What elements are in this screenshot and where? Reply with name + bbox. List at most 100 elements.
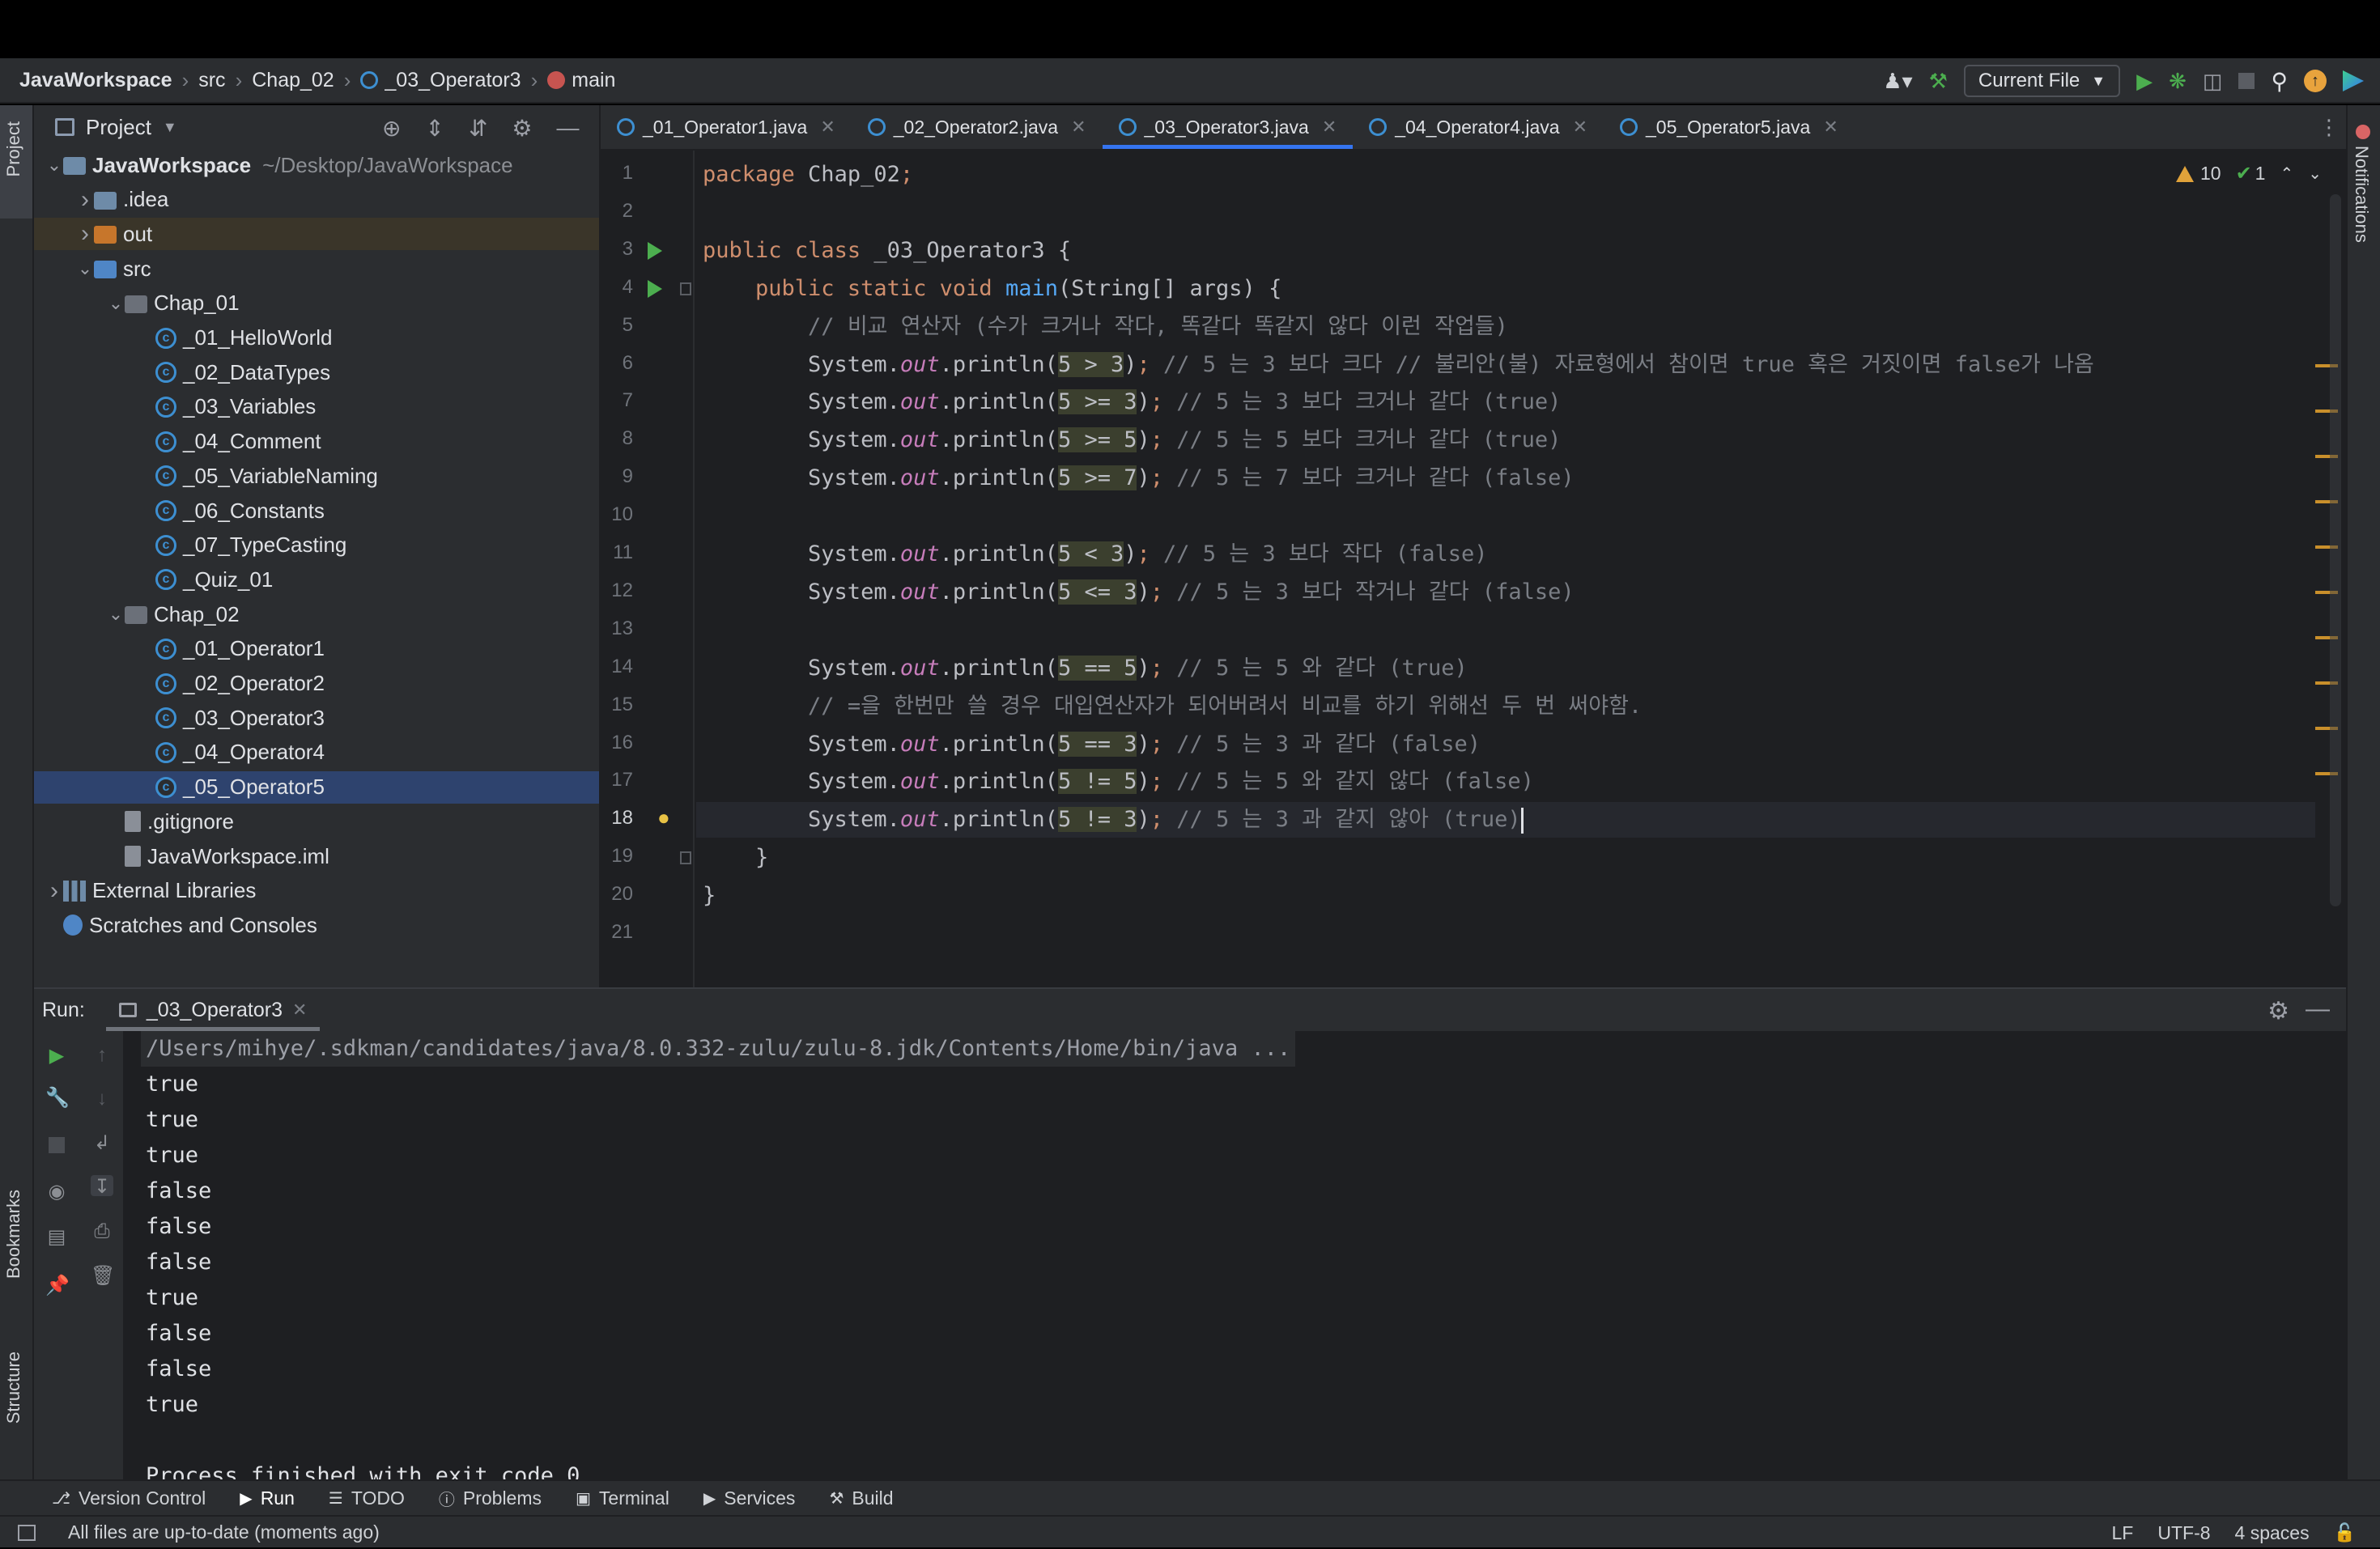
plugin-logo-icon[interactable] [2343, 70, 2364, 91]
breadcrumb-item[interactable]: JavaWorkspace [19, 69, 172, 92]
chevron-down-icon[interactable]: ⌄ [107, 293, 125, 314]
structure-tool-tab[interactable]: Structure [3, 1352, 24, 1424]
breadcrumb-item[interactable]: src [198, 69, 225, 92]
collapse-all-icon[interactable]: ⇵ [469, 115, 487, 142]
editor-tab[interactable]: _04_Operator4.java ✕ [1353, 105, 1604, 149]
console-output[interactable]: /Users/mihye/.sdkman/candidates/java/8.0… [126, 1031, 2344, 1481]
notifications-tool-tab[interactable]: Notifications [2351, 146, 2372, 243]
breadcrumb-item[interactable]: Chap_02 [252, 69, 334, 92]
code-line[interactable]: System.out.println(5 != 5); // 5 는 5 와 같… [696, 764, 2315, 800]
more-tabs-icon[interactable]: ⋮ [2318, 115, 2340, 140]
close-icon[interactable]: ✕ [820, 117, 835, 138]
tree-item[interactable]: .gitignore [34, 805, 599, 838]
camera-icon[interactable]: ◉ [45, 1180, 68, 1203]
tree-item[interactable]: c _04_Operator4 [34, 736, 599, 769]
stop-icon[interactable] [45, 1136, 68, 1157]
soft-wrap-icon[interactable]: ↲ [91, 1131, 113, 1154]
tree-item[interactable]: ⌄ Chap_01 [34, 287, 599, 320]
chevron-down-icon[interactable]: ▼ [163, 119, 177, 136]
build-hammer-icon[interactable]: ⚒ [1929, 69, 1948, 94]
code-line[interactable]: package Chap_02; [696, 157, 2315, 193]
run-gutter-icon[interactable] [648, 279, 662, 298]
hide-icon[interactable]: — [557, 115, 580, 142]
run-icon[interactable]: ▶ [2136, 69, 2153, 94]
editor-tab[interactable]: _03_Operator3.java ✕ [1102, 105, 1354, 149]
code-area[interactable]: package Chap_02;public class _03_Operato… [696, 151, 2346, 987]
code-line[interactable]: System.out.println(5 <= 3); // 5 는 3 보다 … [696, 575, 2315, 610]
code-line[interactable]: System.out.println(5 >= 7); // 5 는 7 보다 … [696, 460, 2315, 496]
code-line[interactable]: } [696, 840, 2315, 876]
debug-icon[interactable]: ❋ [2169, 69, 2187, 94]
tree-item[interactable]: c _03_Variables [34, 391, 599, 423]
breadcrumb-item[interactable]: _03_Operator3 [360, 69, 521, 92]
tree-item[interactable]: ⌄ JavaWorkspace ~/Desktop/JavaWorkspace [34, 149, 599, 181]
editor-tab[interactable]: _01_Operator1.java ✕ [601, 105, 852, 149]
breadcrumb-item[interactable]: main [547, 69, 615, 92]
project-tool-tab[interactable]: Project [3, 121, 24, 176]
close-icon[interactable]: ✕ [1573, 117, 1587, 138]
hide-icon[interactable]: — [2306, 995, 2330, 1023]
code-line[interactable]: } [696, 878, 2315, 914]
line-separator[interactable]: LF [2112, 1522, 2134, 1544]
layout-icon[interactable]: ▤ [45, 1225, 68, 1248]
tree-item[interactable]: › out [34, 218, 599, 251]
chevron-down-icon[interactable]: ⌄ [2308, 163, 2322, 184]
expand-all-icon[interactable]: ⇕ [425, 115, 444, 142]
close-icon[interactable]: ✕ [1823, 117, 1838, 138]
tree-item[interactable]: c _06_Constants [34, 494, 599, 527]
locate-icon[interactable]: ⊕ [382, 115, 401, 142]
run-tab[interactable]: _03_Operator3 ✕ [105, 989, 321, 1031]
tree-item[interactable]: ⌄ src [34, 253, 599, 285]
print-icon[interactable]: ⎙ [91, 1220, 113, 1242]
fold-marker-icon[interactable] [680, 282, 691, 295]
code-line[interactable]: System.out.println(5 >= 3); // 5 는 3 보다 … [696, 384, 2315, 420]
gear-icon[interactable]: ⚙ [512, 115, 532, 142]
tree-item[interactable]: c _01_HelloWorld [34, 322, 599, 354]
search-icon[interactable]: ⚲ [2271, 68, 2288, 95]
tool-window-todo[interactable]: ☰ TODO [329, 1487, 405, 1509]
indent-setting[interactable]: 4 spaces [2235, 1522, 2310, 1544]
chevron-down-icon[interactable]: ⌄ [107, 604, 125, 625]
file-encoding[interactable]: UTF-8 [2157, 1522, 2210, 1544]
tool-window-terminal[interactable]: ▣ Terminal [576, 1487, 669, 1509]
tree-item[interactable]: JavaWorkspace.iml [34, 840, 599, 872]
status-panel-icon[interactable] [18, 1525, 36, 1541]
tree-item[interactable]: › External Libraries [34, 875, 599, 907]
tree-item[interactable]: c _05_Operator5 [34, 770, 599, 804]
chevron-right-icon[interactable]: › [76, 220, 94, 248]
editor-tab[interactable]: _05_Operator5.java ✕ [1604, 105, 1855, 149]
update-icon[interactable]: ↑ [2304, 70, 2327, 92]
tree-item[interactable]: c _Quiz_01 [34, 563, 599, 596]
chevron-down-icon[interactable]: ⌄ [76, 258, 94, 279]
bookmarks-tool-tab[interactable]: Bookmarks [3, 1190, 24, 1279]
editor-scrollbar[interactable] [2330, 194, 2341, 906]
close-icon[interactable]: ✕ [1071, 117, 1086, 138]
tool-window-run[interactable]: ▶ Run [240, 1487, 295, 1509]
tree-item[interactable]: Scratches and Consoles [34, 909, 599, 941]
tree-item[interactable]: c _02_Operator2 [34, 668, 599, 700]
tree-item[interactable]: › .idea [34, 184, 599, 216]
tree-item[interactable]: c _04_Comment [34, 426, 599, 458]
code-line[interactable]: public class _03_Operator3 { [696, 233, 2315, 269]
close-icon[interactable]: ✕ [292, 999, 307, 1021]
tool-window-problems[interactable]: ⓘ Problems [439, 1487, 542, 1510]
code-line[interactable] [696, 499, 2315, 534]
code-line[interactable]: public static void main(String[] args) { [696, 271, 2315, 307]
arrow-up-icon[interactable]: ↑ [91, 1044, 113, 1066]
gear-icon[interactable]: ⚙ [2267, 997, 2289, 1025]
tree-item[interactable]: c _05_VariableNaming [34, 460, 599, 492]
chevron-right-icon[interactable]: › [45, 877, 63, 905]
tree-item[interactable]: ⌄ Chap_02 [34, 598, 599, 630]
tree-item[interactable]: c _03_Operator3 [34, 702, 599, 734]
lock-icon[interactable]: 🔓 [2334, 1522, 2356, 1543]
close-icon[interactable]: ✕ [1322, 117, 1337, 138]
edit-config-icon[interactable]: 🔧 [45, 1086, 70, 1109]
status-message[interactable]: All files are up-to-date (moments ago) [68, 1521, 380, 1543]
coverage-icon[interactable]: ◫ [2203, 69, 2223, 94]
code-line[interactable] [696, 916, 2315, 952]
tool-window-build[interactable]: ⚒ Build [829, 1487, 893, 1509]
tool-window-services[interactable]: ▶ Services [703, 1487, 796, 1509]
run-configuration-select[interactable]: Current File ▼ [1963, 65, 2121, 97]
code-line[interactable] [696, 195, 2315, 231]
chevron-up-icon[interactable]: ⌃ [2280, 163, 2293, 184]
